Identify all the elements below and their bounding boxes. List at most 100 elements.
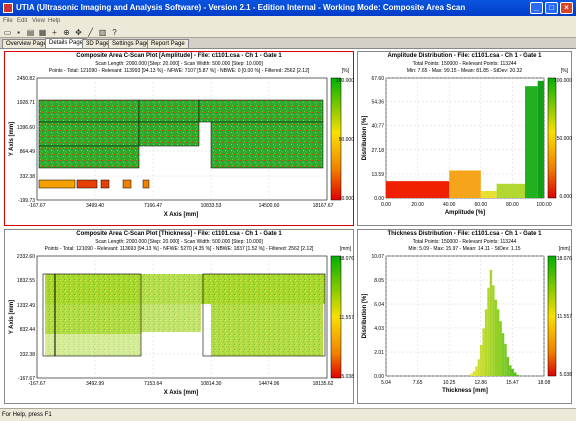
x-axis-label: Thickness [mm]	[442, 388, 488, 394]
histogram-bar	[475, 366, 478, 376]
y-tick: 2.01	[374, 350, 384, 356]
menu-help[interactable]: Help	[48, 16, 60, 27]
zoom-icon[interactable]: ⊕	[62, 28, 71, 37]
x-tick: 7.65	[413, 380, 423, 386]
histogram-bar	[482, 328, 485, 376]
y-axis-label: Distribution [%]	[362, 116, 368, 161]
y-axis-label: Y Axis [mm]	[9, 300, 15, 334]
x-tick: 15.47	[506, 380, 519, 386]
x-tick: 20.00	[411, 202, 424, 208]
x-tick: 60.00	[475, 202, 488, 208]
x-tick: 7153.64	[144, 381, 162, 387]
histogram-bar	[509, 365, 512, 376]
menu-bar: File Edit View Help	[0, 16, 576, 27]
y-tick: 1928.71	[17, 100, 35, 106]
histogram-bar	[525, 86, 538, 198]
y-tick: 1332.49	[17, 303, 35, 309]
toolbar: ▭ ▪ ▤ ▦ + ⊕ ✥ ╱ ▥ ?	[0, 27, 576, 38]
histogram-bar	[496, 309, 500, 376]
plot-area	[385, 255, 545, 377]
settings-icon[interactable]: ▦	[38, 28, 47, 37]
histogram-bar	[470, 373, 473, 376]
x-tick: 5.04	[381, 380, 391, 386]
scale-unit: [%]	[342, 68, 350, 74]
thickness-distribution-chart[interactable]: 0.002.014.036.048.0510.07 5.04 7.65 10.25 1…	[358, 230, 573, 405]
x-tick: -167.67	[29, 203, 46, 209]
tab-overview[interactable]: Overview Page	[2, 39, 51, 48]
menu-edit[interactable]: Edit	[17, 16, 27, 27]
y-tick: 2450.82	[17, 76, 35, 82]
histogram-bar	[516, 374, 519, 376]
y-tick: 332.38	[20, 352, 36, 358]
menu-file[interactable]: File	[3, 16, 13, 27]
application-window: UTIA (Ultrasonic Imaging and Analysis So…	[0, 0, 576, 421]
y-tick: 1396.60	[17, 125, 35, 131]
scale-unit: [mm]	[559, 246, 571, 252]
y-tick: 13.59	[371, 172, 384, 178]
histogram-bar	[480, 190, 497, 198]
scale-tick: 0.000	[341, 196, 354, 202]
app-icon	[3, 3, 13, 13]
histogram-bar	[489, 269, 493, 376]
tab-details[interactable]: Details Page	[45, 38, 88, 48]
histogram-bar	[386, 181, 450, 198]
histogram-bar	[511, 368, 514, 376]
y-tick: 6.04	[374, 302, 384, 308]
histogram-bar	[494, 299, 497, 376]
scale-unit: [mm]	[340, 246, 352, 252]
amplitude-distribution-panel[interactable]: Amplitude Distribution - File: c1101.csa…	[357, 51, 572, 226]
x-tick: 0.00	[381, 202, 391, 208]
thickness-distribution-panel[interactable]: Thickness Distribution - File: c1101.csa…	[357, 229, 572, 404]
y-tick: 54.36	[371, 100, 384, 106]
maximize-button[interactable]: □	[545, 2, 558, 14]
measure-icon[interactable]: ╱	[86, 28, 95, 37]
x-axis-label: X Axis [mm]	[164, 212, 198, 218]
grid-icon[interactable]: ▥	[98, 28, 107, 37]
amplitude-cscan-panel[interactable]: Composite Area C-Scan Plot [Amplitude] -…	[4, 51, 354, 226]
histogram-bar	[504, 343, 507, 376]
save-icon[interactable]: ▪	[14, 28, 23, 37]
print-icon[interactable]: ▤	[26, 28, 35, 37]
y-tick: 10.07	[371, 254, 384, 260]
help-icon[interactable]: ?	[110, 28, 119, 37]
window-title: UTIA (Ultrasonic Imaging and Analysis So…	[16, 3, 466, 12]
y-tick: 4.03	[374, 326, 384, 332]
scale-tick: 18.076	[339, 256, 355, 262]
tab-report[interactable]: Report Page	[147, 39, 189, 48]
pan-icon[interactable]: ✥	[74, 28, 83, 37]
histogram-bar	[496, 183, 526, 198]
amplitude-distribution-chart[interactable]: 0.0013.5927.1840.7754.3667.60 0.00 20.00 4…	[358, 52, 573, 227]
thickness-cscan-plot[interactable]: 2332.60 1832.55 1332.49 832.44 332.38 -1…	[5, 230, 355, 405]
x-tick: 12.86	[474, 380, 487, 386]
crosshair-icon[interactable]: +	[50, 28, 59, 37]
y-tick: 2332.60	[17, 254, 35, 260]
open-icon[interactable]: ▭	[3, 28, 12, 37]
scale-tick: 5.038	[559, 372, 572, 378]
status-bar: For Help, press F1	[0, 408, 576, 421]
scale-tick: 100.000	[336, 78, 354, 84]
histogram-bar	[513, 372, 517, 376]
y-tick: 67.60	[371, 76, 384, 82]
tab-strip: Overview Page Details Page 3D Page Setti…	[0, 38, 576, 48]
x-tick: 7166.47	[144, 203, 162, 209]
thickness-cscan-panel[interactable]: Composite Area C-Scan Plot [Thickness] -…	[4, 229, 354, 404]
x-tick: 14474.96	[259, 381, 280, 387]
x-axis-label: Amplitude [%]	[445, 210, 485, 216]
x-tick: 18.08	[538, 380, 551, 386]
x-tick: 10833.53	[201, 203, 222, 209]
menu-view[interactable]: View	[32, 16, 45, 27]
x-tick: 40.00	[443, 202, 456, 208]
title-bar: UTIA (Ultrasonic Imaging and Analysis So…	[0, 0, 576, 16]
histogram-bar	[501, 333, 505, 376]
histogram-bar	[449, 170, 481, 198]
scale-tick: 11.557	[339, 315, 354, 321]
details-page: Composite Area C-Scan Plot [Amplitude] -…	[0, 48, 576, 408]
close-button[interactable]: ×	[560, 2, 573, 14]
y-tick: 864.49	[20, 149, 36, 155]
amplitude-cscan-plot[interactable]: 2450.82 1928.71 1396.60 864.49 332.38 -1…	[5, 52, 355, 227]
histogram-bar	[472, 371, 476, 376]
histogram-bar	[499, 321, 502, 376]
minimize-button[interactable]: _	[530, 2, 543, 14]
histogram-bar	[492, 285, 495, 376]
color-scale	[547, 255, 557, 377]
